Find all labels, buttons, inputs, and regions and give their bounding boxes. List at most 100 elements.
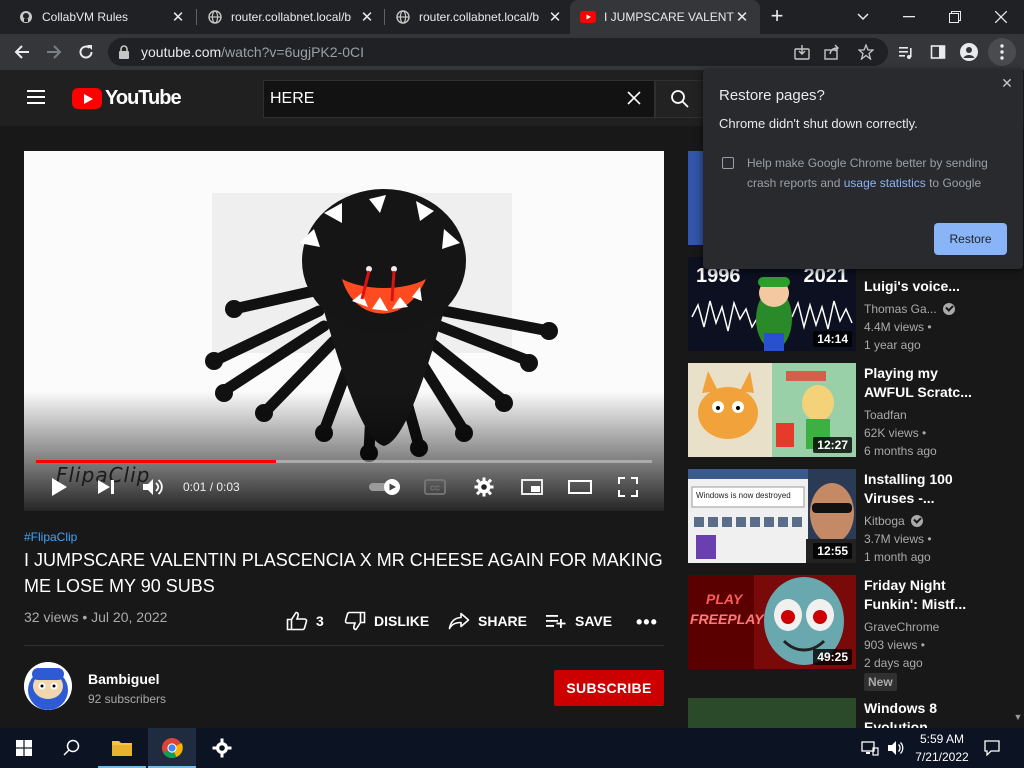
miniplayer-button[interactable] — [518, 473, 546, 501]
search-button[interactable] — [655, 80, 705, 118]
share-button[interactable]: SHARE — [448, 610, 527, 632]
recommendation-title[interactable]: Luigi's voice... — [864, 276, 1004, 296]
tab-youtube-active[interactable]: I JUMPSCARE VALENTI ✕ — [570, 0, 760, 34]
chrome-taskbar-button[interactable] — [148, 728, 196, 768]
close-window-button[interactable] — [978, 0, 1024, 34]
progress-bar[interactable] — [36, 460, 652, 463]
captions-button[interactable]: CC — [422, 473, 448, 501]
usage-statistics-link[interactable]: usage statistics — [844, 176, 926, 190]
tab-router-2[interactable]: router.collabnet.local/b ✕ — [385, 0, 573, 34]
close-icon[interactable]: ✕ — [999, 75, 1015, 91]
tab-close-icon[interactable]: ✕ — [359, 9, 375, 26]
forward-button[interactable] — [40, 38, 68, 66]
volume-tray-icon[interactable] — [884, 728, 908, 768]
tab-title: I JUMPSCARE VALENTI — [604, 10, 734, 24]
recommendation-title[interactable]: Windows 8 — [864, 698, 1004, 718]
minimize-button[interactable] — [886, 0, 932, 34]
clear-search-icon[interactable] — [626, 90, 642, 106]
tab-close-icon[interactable]: ✕ — [170, 9, 186, 26]
play-button[interactable] — [46, 473, 72, 501]
bookmark-star-icon[interactable] — [857, 43, 875, 61]
notifications-icon[interactable] — [976, 728, 1008, 768]
recommendation-title[interactable]: Friday Night — [864, 575, 1004, 595]
settings-button[interactable] — [470, 473, 498, 501]
tab-search-chevron-icon[interactable] — [840, 0, 886, 34]
recommendation-item[interactable]: Windows 8 Evolution — [688, 698, 1008, 728]
dislike-button[interactable]: DISLIKE — [344, 610, 429, 632]
system-clock[interactable]: 5:59 AM 7/21/2022 — [912, 730, 972, 766]
hashtag-link[interactable]: #FlipaClip — [24, 530, 77, 544]
crash-report-checkbox[interactable] — [722, 157, 734, 169]
recommendation-views: 62K views • — [864, 426, 927, 440]
tab-close-icon[interactable]: ✕ — [734, 9, 750, 26]
recommendation-thumbnail[interactable]: 12:27 — [688, 363, 856, 457]
recommendation-item[interactable]: Windows is now destroyed 12:55 Installin… — [688, 469, 1008, 565]
recommendation-item[interactable]: PLAY FREEPLAY 49:25 Friday Night Funkin'… — [688, 575, 1008, 671]
media-controls-icon[interactable] — [892, 38, 920, 66]
subscribe-button[interactable]: SUBSCRIBE — [554, 670, 664, 706]
skip-next-icon — [98, 480, 114, 494]
recommendation-thumbnail[interactable]: Windows is now destroyed 12:55 — [688, 469, 856, 563]
recommendation-title-line2[interactable]: Funkin': Mistf... — [864, 594, 1004, 614]
autoplay-toggle[interactable] — [367, 473, 403, 501]
more-actions-button[interactable]: ••• — [636, 612, 658, 633]
gear-icon — [474, 477, 494, 497]
settings-taskbar-button[interactable] — [198, 728, 246, 768]
search-input[interactable]: HERE — [263, 80, 655, 118]
dialog-subtitle: Chrome didn't shut down correctly. — [719, 116, 918, 131]
thumb-play-text: PLAY — [706, 591, 743, 607]
recommendation-thumbnail[interactable]: 1996 2021 14:14 — [688, 257, 856, 351]
youtube-logo[interactable]: YouTube — [72, 87, 182, 110]
next-button[interactable] — [94, 473, 118, 501]
theater-mode-button[interactable] — [566, 473, 594, 501]
tab-close-icon[interactable]: ✕ — [547, 9, 563, 26]
youtube-icon — [580, 9, 596, 25]
menu-hamburger-icon[interactable] — [27, 90, 45, 104]
restore-button[interactable]: Restore — [934, 223, 1007, 255]
side-panel-icon[interactable] — [924, 38, 952, 66]
lock-icon[interactable] — [118, 45, 130, 59]
network-icon[interactable] — [858, 728, 882, 768]
chrome-menu-icon[interactable] — [988, 38, 1016, 66]
avatar[interactable] — [24, 662, 72, 710]
scroll-down-arrow[interactable]: ▼ — [1012, 712, 1024, 724]
start-button[interactable] — [0, 728, 48, 768]
profile-avatar-icon[interactable] — [955, 38, 983, 66]
taskbar-search-button[interactable] — [48, 728, 96, 768]
recommendation-title-line2[interactable]: Evolution — [864, 717, 1004, 728]
recommendation-title-line2[interactable]: AWFUL Scratc... — [864, 382, 1004, 402]
tab-router-1[interactable]: router.collabnet.local/b ✕ — [197, 0, 385, 34]
tab-collabvm-rules[interactable]: CollabVM Rules ✕ — [8, 0, 196, 34]
recommendation-title[interactable]: Playing my — [864, 363, 1004, 383]
channel-name[interactable]: Bambiguel — [88, 671, 160, 687]
back-button[interactable] — [8, 38, 36, 66]
recommendation-item[interactable]: 12:27 Playing my AWFUL Scratc... Toadfan… — [688, 363, 1008, 459]
save-button[interactable]: SAVE — [545, 610, 612, 632]
recommendation-age: 6 months ago — [864, 444, 937, 458]
recommendation-thumbnail[interactable] — [688, 698, 856, 728]
like-button[interactable]: 3 — [286, 610, 324, 632]
video-player[interactable]: FlipaClip 0:01 / 0:03 CC — [24, 151, 664, 511]
restore-pages-dialog: Restore pages? Chrome didn't shut down c… — [703, 69, 1023, 269]
video-duration: 14:14 — [813, 331, 852, 347]
recommendation-title-line2[interactable]: Viruses -... — [864, 488, 1004, 508]
install-app-icon[interactable] — [794, 44, 810, 60]
recommendation-item[interactable]: 1996 2021 14:14 Luigi's voice... Thomas … — [688, 257, 1008, 353]
restore-window-button[interactable] — [932, 0, 978, 34]
captions-icon: CC — [424, 479, 446, 495]
file-explorer-button[interactable] — [98, 728, 146, 768]
recommendation-channel[interactable]: Thomas Ga... — [864, 302, 955, 316]
volume-button[interactable] — [141, 473, 165, 501]
globe-icon — [207, 9, 223, 25]
recommendation-channel[interactable]: GraveChrome — [864, 620, 939, 634]
recommendation-thumbnail[interactable]: PLAY FREEPLAY 49:25 — [688, 575, 856, 669]
recommendation-channel[interactable]: Toadfan — [864, 408, 907, 422]
new-tab-button[interactable]: + — [766, 5, 788, 28]
address-bar[interactable]: youtube.com/watch?v=6ugjPK2-0CI — [108, 38, 888, 66]
video-views-date: 32 views • Jul 20, 2022 — [24, 609, 168, 625]
fullscreen-button[interactable] — [614, 473, 642, 501]
share-icon[interactable] — [824, 44, 840, 60]
reload-button[interactable] — [72, 38, 100, 66]
recommendation-channel[interactable]: Kitboga — [864, 514, 923, 528]
recommendation-title[interactable]: Installing 100 — [864, 469, 1004, 489]
